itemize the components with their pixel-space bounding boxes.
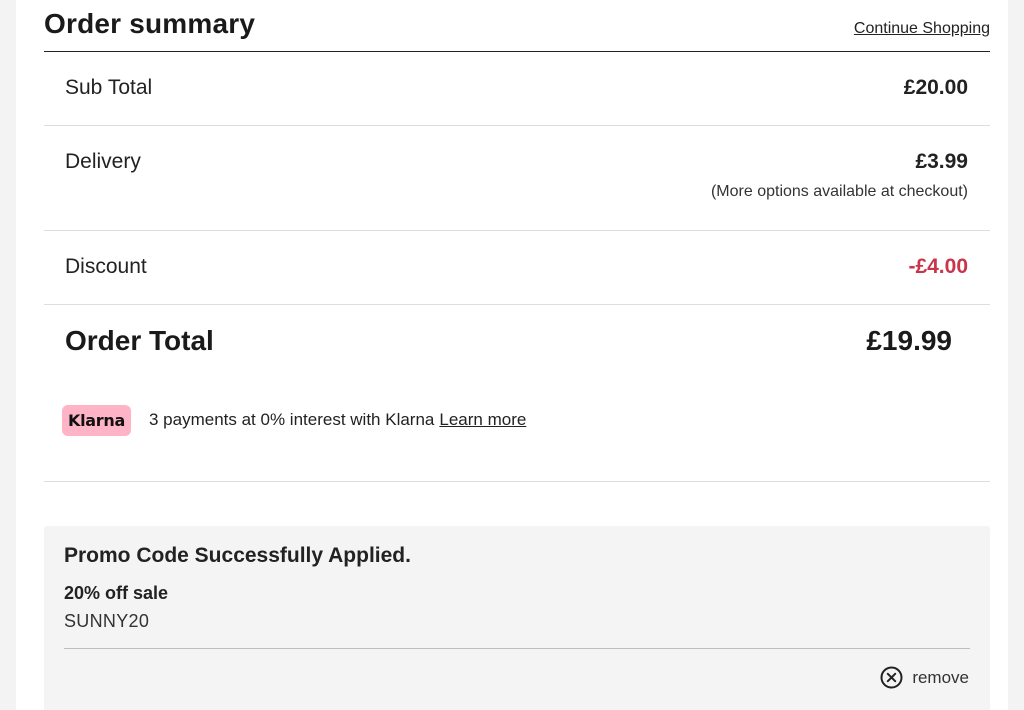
- order-total-value: £19.99: [866, 325, 952, 356]
- promo-divider: [64, 648, 970, 649]
- delivery-row: Delivery £3.99 (More options available a…: [44, 126, 990, 231]
- promo-name: 20% off sale: [64, 583, 169, 603]
- discount-value: -£4.00: [908, 255, 968, 278]
- close-circle-icon: [880, 666, 903, 689]
- order-summary-header: Order summary Continue Shopping: [44, 0, 990, 52]
- order-summary-panel: Order summary Continue Shopping Sub Tota…: [16, 0, 1008, 710]
- remove-label: remove: [912, 667, 969, 687]
- klarna-learn-more-link[interactable]: Learn more: [439, 410, 526, 430]
- promo-applied-box: Promo Code Successfully Applied. 20% off…: [44, 526, 990, 710]
- remove-promo-button[interactable]: remove: [880, 666, 969, 689]
- klarna-text: 3 payments at 0% interest with Klarna: [149, 410, 435, 429]
- klarna-logo: Klarna: [62, 404, 131, 436]
- promo-title: Promo Code Successfully Applied.: [64, 544, 411, 567]
- section-divider: [44, 481, 990, 482]
- delivery-label: Delivery: [65, 150, 141, 173]
- delivery-note: (More options available at checkout): [710, 183, 968, 200]
- continue-shopping-link[interactable]: Continue Shopping: [854, 20, 990, 38]
- discount-row: Discount -£4.00: [44, 231, 990, 305]
- subtotal-value: £20.00: [903, 76, 968, 99]
- subtotal-row: Sub Total £20.00: [44, 52, 990, 126]
- klarna-row: Klarna 3 payments at 0% interest with Kl…: [62, 404, 526, 436]
- order-total-label: Order Total: [65, 325, 214, 356]
- subtotal-label: Sub Total: [65, 76, 153, 99]
- discount-label: Discount: [65, 255, 147, 278]
- delivery-value: £3.99: [915, 150, 968, 173]
- page-title: Order summary: [44, 8, 256, 39]
- promo-code: SUNNY20: [64, 611, 150, 631]
